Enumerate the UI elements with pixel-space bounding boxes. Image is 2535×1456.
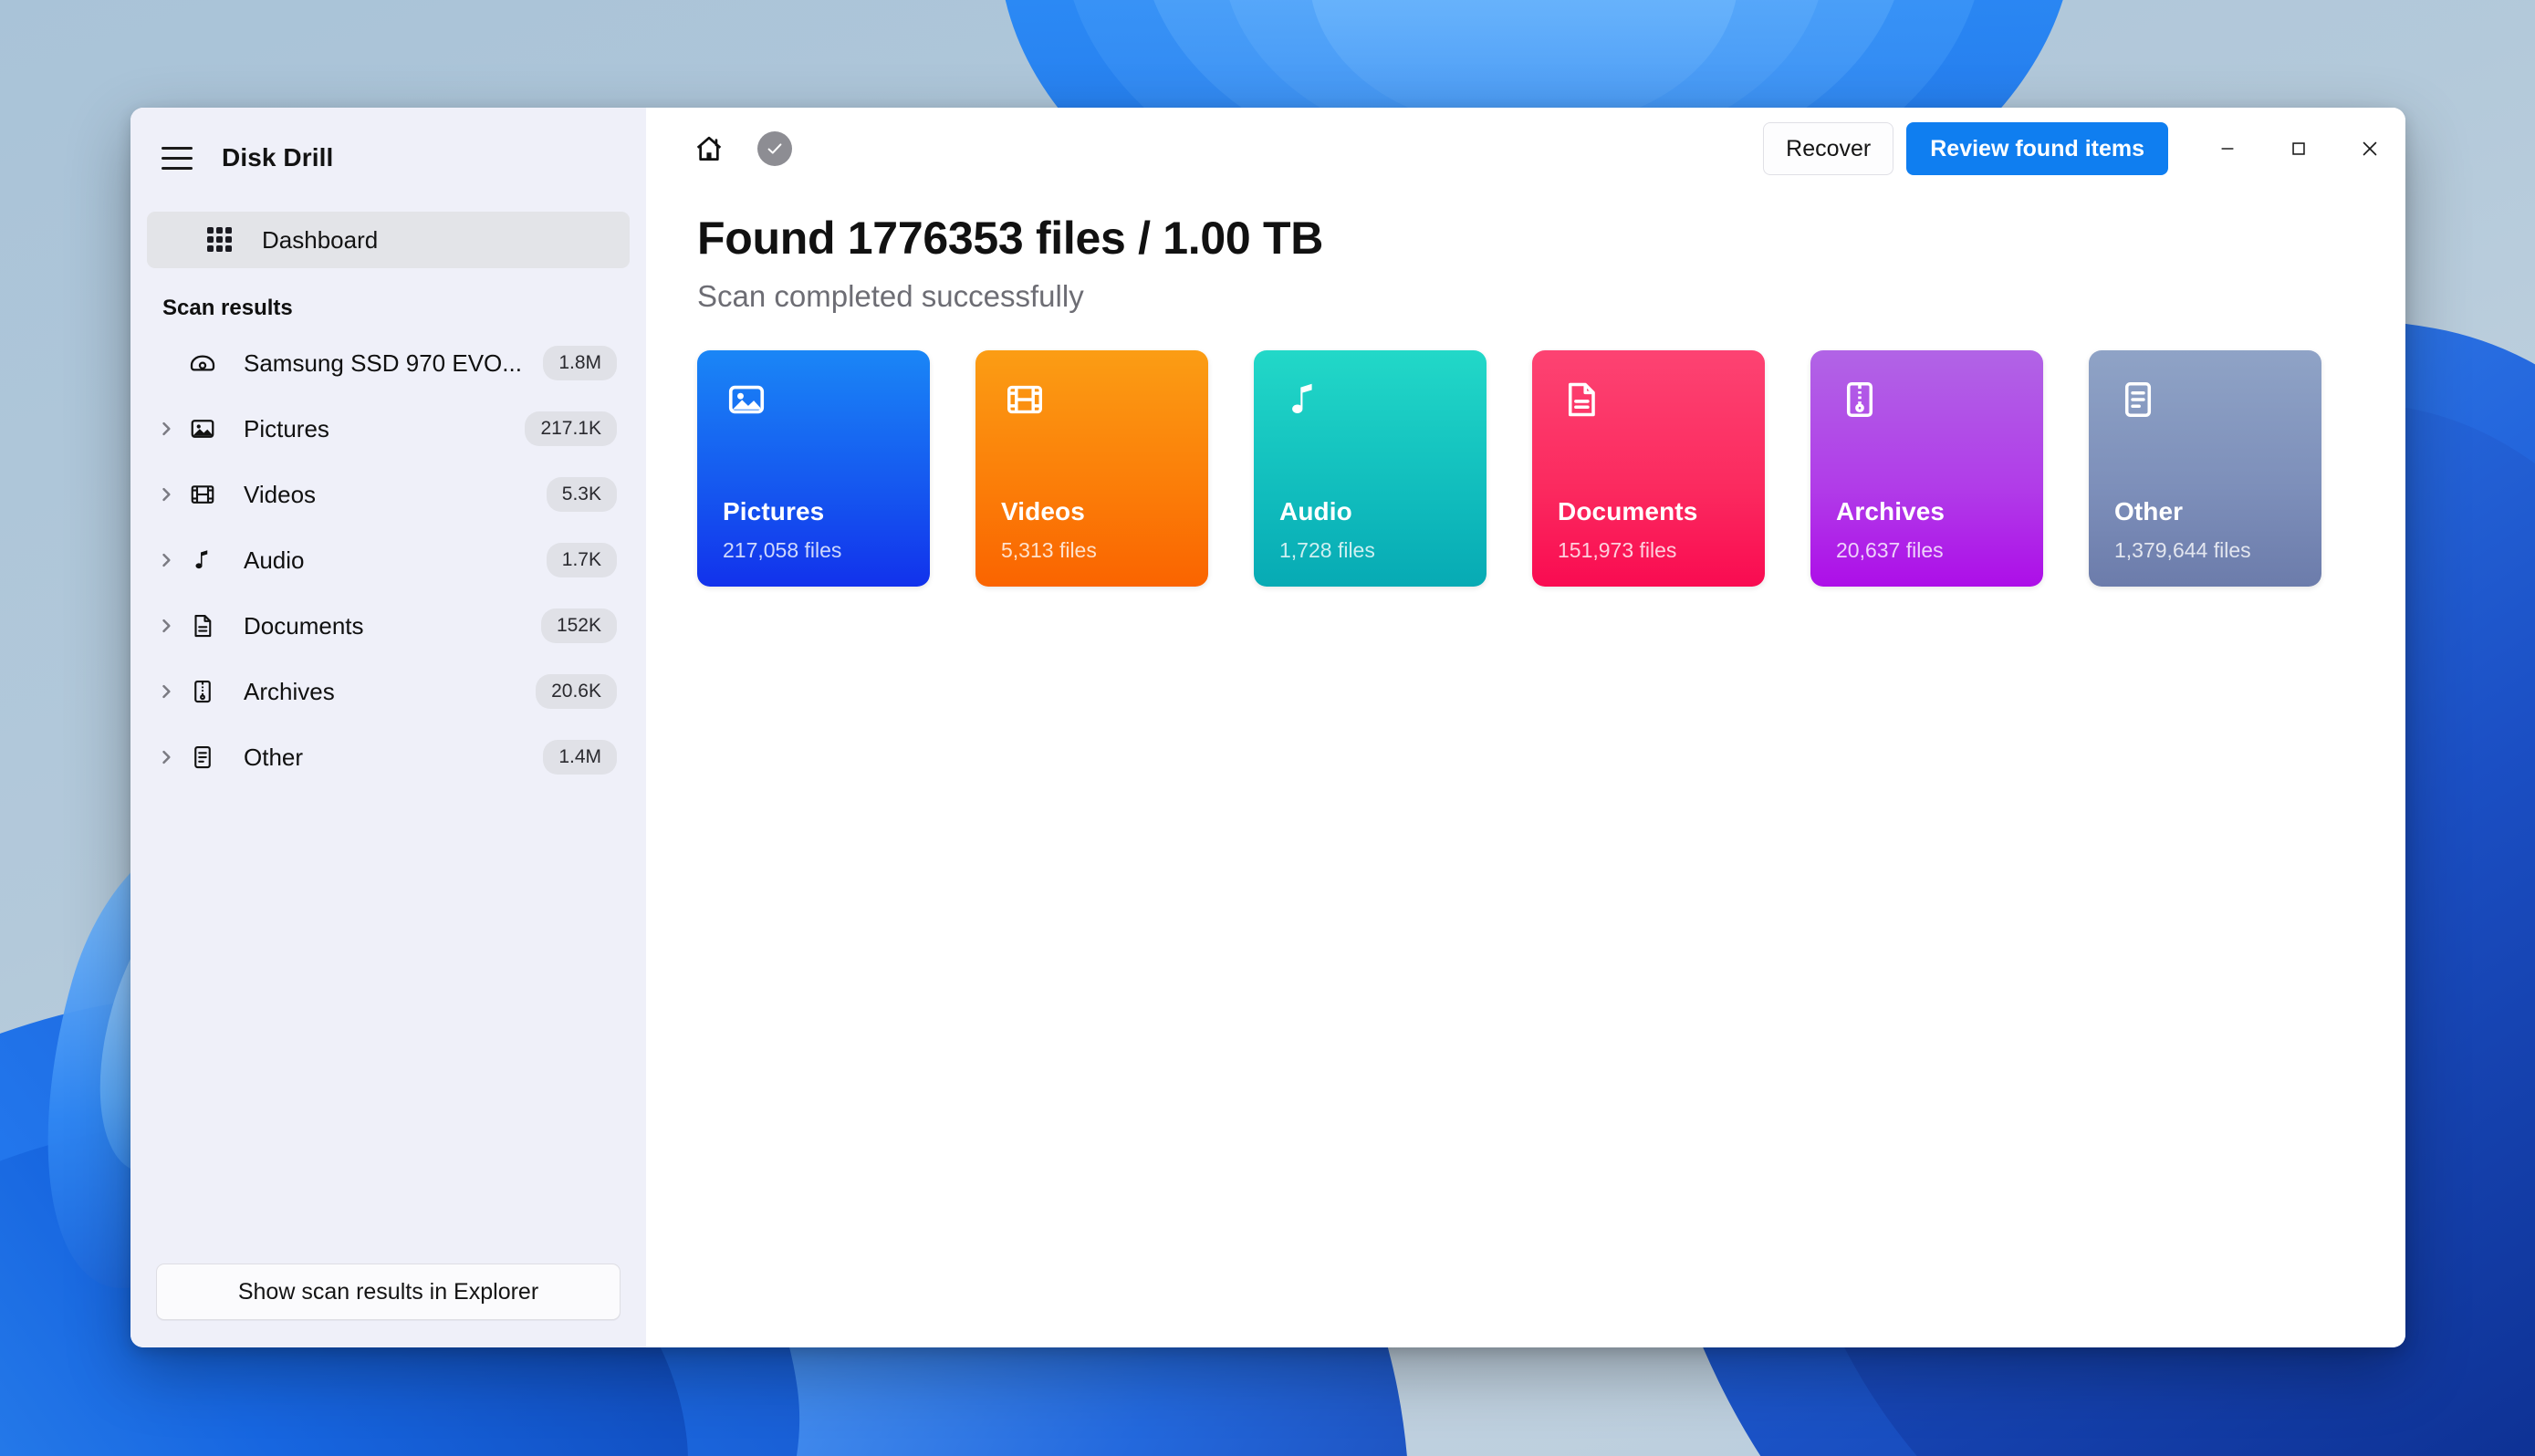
tree-item-archives[interactable]: Archives 20.6K — [147, 659, 630, 724]
scan-results-tree: Samsung SSD 970 EVO... 1.8M Pictures 217… — [130, 330, 646, 790]
card-file-count: 20,637 files — [1836, 538, 1944, 562]
film-icon — [1001, 376, 1048, 423]
card-title: Archives — [1836, 497, 1946, 525]
card-file-count: 151,973 files — [1558, 538, 1677, 562]
chevron-right-icon[interactable] — [149, 551, 183, 569]
tree-item-badge: 1.8M — [543, 346, 617, 380]
minimize-icon[interactable] — [2192, 122, 2263, 175]
chevron-right-icon[interactable] — [149, 682, 183, 701]
sidebar-item-dashboard[interactable]: Dashboard — [147, 212, 630, 268]
tree-item-label: Audio — [244, 546, 305, 574]
archive-icon — [183, 678, 222, 705]
file-icon — [2114, 376, 2162, 423]
tree-item-label: Documents — [244, 611, 364, 640]
document-icon — [183, 612, 222, 640]
home-icon[interactable] — [694, 133, 725, 164]
image-icon — [723, 376, 770, 423]
card-title: Pictures — [723, 497, 825, 525]
tree-item-badge: 152K — [540, 608, 617, 643]
file-icon — [183, 744, 222, 771]
image-icon — [183, 415, 222, 442]
sidebar: Disk Drill Dashboard Scan results Samsun… — [130, 108, 646, 1347]
sidebar-item-label: Dashboard — [262, 225, 379, 254]
music-icon — [183, 546, 222, 574]
sidebar-header: Disk Drill — [130, 128, 646, 188]
tree-item-badge: 217.1K — [525, 411, 617, 446]
tree-item-badge: 5.3K — [546, 477, 617, 512]
tree-item-badge: 1.4M — [543, 740, 617, 775]
close-icon[interactable] — [2334, 122, 2405, 175]
card-file-count: 1,379,644 files — [2114, 538, 2251, 562]
check-circle-icon[interactable] — [757, 131, 792, 166]
tree-item-label: Samsung SSD 970 EVO... — [244, 348, 522, 377]
chevron-right-icon[interactable] — [149, 485, 183, 504]
app-title: Disk Drill — [222, 143, 334, 172]
sidebar-section-title: Scan results — [162, 296, 293, 320]
card-file-count: 217,058 files — [723, 538, 842, 562]
music-icon — [1279, 376, 1327, 423]
maximize-icon[interactable] — [2263, 122, 2334, 175]
film-icon — [183, 481, 222, 508]
category-card-pictures[interactable]: Pictures 217,058 files — [697, 350, 930, 587]
card-title: Videos — [1001, 497, 1085, 525]
card-title: Documents — [1558, 497, 1698, 525]
category-card-other[interactable]: Other 1,379,644 files — [2089, 350, 2321, 587]
document-icon — [1558, 376, 1605, 423]
page-title: Found 1776353 files / 1.00 TB — [697, 213, 1324, 264]
titlebar-left — [646, 131, 792, 166]
review-found-items-button[interactable]: Review found items — [1906, 122, 2168, 175]
grid-icon — [207, 227, 233, 253]
titlebar: Recover Review found items — [646, 108, 2405, 175]
sidebar-footer: Show scan results in Explorer — [130, 1264, 646, 1320]
tree-item-badge: 20.6K — [536, 674, 617, 709]
tree-item-disk[interactable]: Samsung SSD 970 EVO... 1.8M — [147, 330, 630, 396]
category-card-videos[interactable]: Videos 5,313 files — [975, 350, 1208, 587]
chevron-right-icon[interactable] — [149, 748, 183, 766]
main-panel: Recover Review found items Found 1776353… — [646, 108, 2405, 1347]
desktop-background: Disk Drill Dashboard Scan results Samsun… — [0, 0, 2535, 1456]
show-in-explorer-button[interactable]: Show scan results in Explorer — [156, 1264, 621, 1320]
tree-item-other[interactable]: Other 1.4M — [147, 724, 630, 790]
archive-icon — [1836, 376, 1883, 423]
window-controls — [2192, 122, 2405, 175]
recover-button[interactable]: Recover — [1763, 122, 1894, 175]
tree-item-label: Pictures — [244, 414, 329, 442]
category-card-documents[interactable]: Documents 151,973 files — [1532, 350, 1765, 587]
tree-item-pictures[interactable]: Pictures 217.1K — [147, 396, 630, 462]
card-title: Audio — [1279, 497, 1352, 525]
category-card-audio[interactable]: Audio 1,728 files — [1254, 350, 1487, 587]
disk-icon — [183, 348, 222, 378]
tree-item-audio[interactable]: Audio 1.7K — [147, 527, 630, 593]
chevron-right-icon[interactable] — [149, 617, 183, 635]
tree-item-label: Videos — [244, 480, 317, 508]
category-card-archives[interactable]: Archives 20,637 files — [1810, 350, 2043, 587]
tree-item-documents[interactable]: Documents 152K — [147, 593, 630, 659]
scan-status-text: Scan completed successfully — [697, 279, 1084, 313]
category-card-list: Pictures 217,058 files Videos 5,313 file… — [697, 350, 2405, 587]
tree-item-label: Archives — [244, 677, 335, 705]
app-window: Disk Drill Dashboard Scan results Samsun… — [130, 108, 2405, 1347]
card-title: Other — [2114, 497, 2184, 525]
tree-item-videos[interactable]: Videos 5.3K — [147, 462, 630, 527]
chevron-right-icon[interactable] — [149, 420, 183, 438]
card-file-count: 5,313 files — [1001, 538, 1097, 562]
card-file-count: 1,728 files — [1279, 538, 1375, 562]
dashboard-content: Found 1776353 files / 1.00 TB Scan compl… — [646, 173, 2405, 587]
hamburger-icon[interactable] — [158, 142, 196, 173]
tree-item-badge: 1.7K — [546, 543, 617, 577]
tree-item-label: Other — [244, 743, 304, 771]
